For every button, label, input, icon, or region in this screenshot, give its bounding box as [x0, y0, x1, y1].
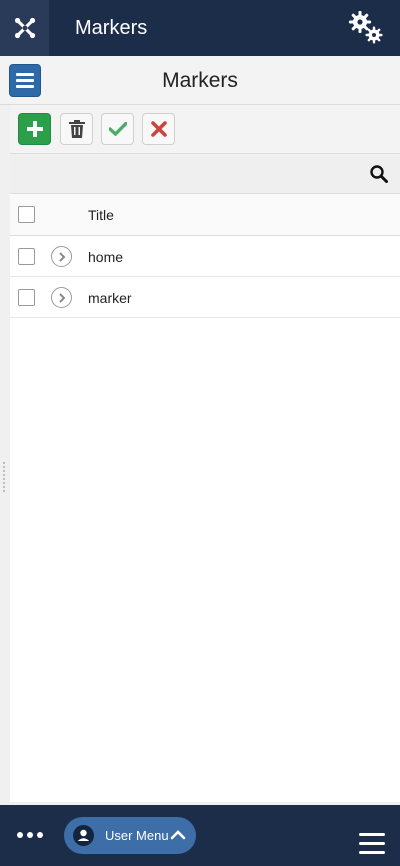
table-row[interactable]: marker: [10, 277, 400, 318]
toolbar: [10, 105, 400, 154]
check-icon: [108, 122, 127, 136]
page-header: Markers: [0, 56, 400, 105]
row-title-link[interactable]: marker: [88, 277, 132, 318]
row-title-link[interactable]: home: [88, 236, 123, 277]
unpublish-button[interactable]: [142, 113, 175, 145]
publish-button[interactable]: [101, 113, 134, 145]
settings-gears-icon[interactable]: [346, 8, 386, 48]
column-header-title[interactable]: Title: [88, 194, 114, 236]
table-header: Title: [10, 194, 400, 236]
select-all-checkbox[interactable]: [18, 206, 35, 223]
row-checkbox[interactable]: [18, 289, 35, 306]
search-icon[interactable]: [370, 165, 388, 183]
user-menu-label: User Menu: [105, 828, 169, 843]
chevron-right-icon: [58, 251, 65, 262]
user-menu-button[interactable]: User Menu: [64, 817, 196, 854]
menu-icon: [16, 73, 34, 88]
page-title: Markers: [162, 69, 238, 92]
main-content: Title home marker: [10, 105, 400, 802]
top-bar: Markers: [0, 0, 400, 56]
new-button[interactable]: [18, 113, 51, 145]
row-checkbox[interactable]: [18, 248, 35, 265]
table-row[interactable]: home: [10, 236, 400, 277]
bottom-bar: User Menu: [0, 805, 400, 866]
search-bar: [10, 154, 400, 194]
main-menu-icon[interactable]: [359, 833, 385, 855]
trash-icon: [68, 120, 85, 138]
sidebar-toggle-button[interactable]: [9, 64, 41, 97]
x-icon: [150, 121, 167, 137]
joomla-logo-icon: [14, 17, 35, 39]
app-title: Markers: [75, 17, 148, 39]
sidebar-resize-handle[interactable]: [3, 462, 9, 494]
row-expand-button[interactable]: [51, 287, 72, 308]
joomla-logo-button[interactable]: [0, 0, 49, 56]
chevron-right-icon: [58, 292, 65, 303]
more-options-icon[interactable]: [17, 827, 43, 843]
user-avatar-icon: [73, 825, 94, 846]
delete-button[interactable]: [60, 113, 93, 145]
row-expand-button[interactable]: [51, 246, 72, 267]
chevron-up-icon: [170, 830, 186, 840]
plus-icon: [26, 121, 43, 137]
